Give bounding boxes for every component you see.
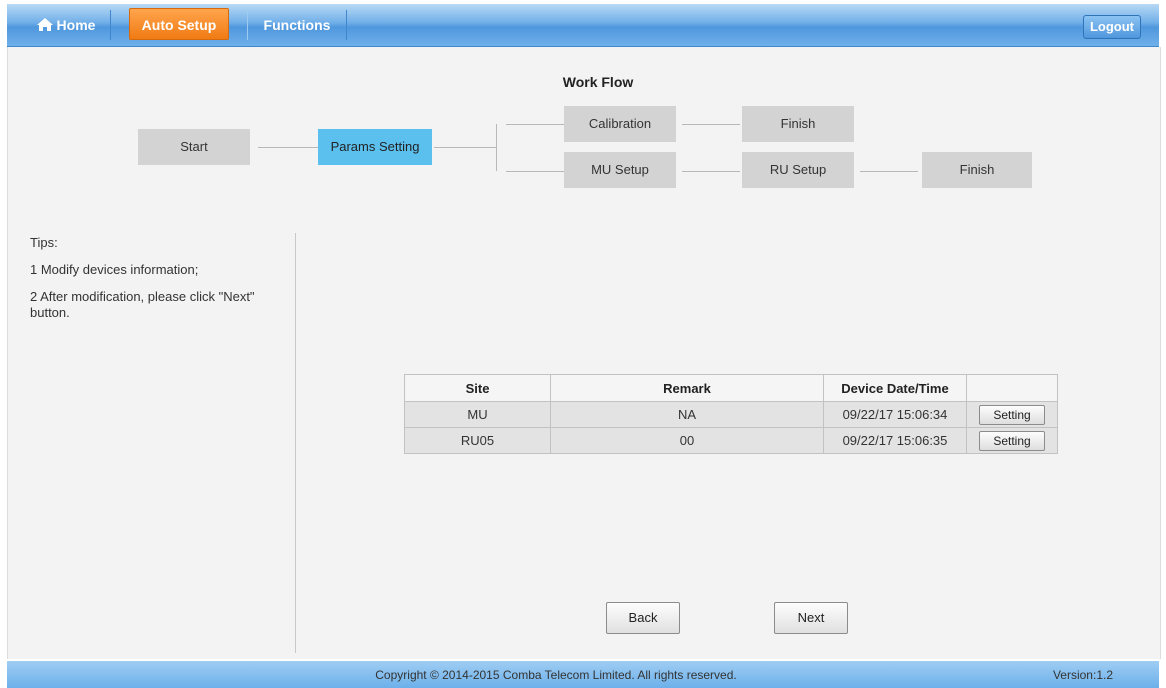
- workflow-title: Work Flow: [562, 74, 634, 90]
- tips-panel: Tips: 1 Modify devices information; 2 Af…: [30, 235, 290, 332]
- version-text: Version:1.2: [1052, 668, 1113, 682]
- nav-auto-setup-label: Auto Setup: [141, 17, 217, 33]
- workflow-connector: [506, 124, 564, 125]
- workflow-step-mu-setup: MU Setup: [564, 152, 676, 188]
- workflow-connector: [682, 171, 740, 172]
- workflow-connector: [496, 124, 497, 171]
- nav-functions-label: Functions: [263, 17, 331, 33]
- home-icon: [36, 12, 54, 42]
- cell-site: RU05: [404, 427, 551, 454]
- logout-button[interactable]: Logout: [1083, 15, 1141, 39]
- cell-remark: 00: [550, 427, 824, 454]
- nav-home-label: Home: [56, 17, 96, 33]
- vertical-divider: [295, 233, 296, 653]
- column-header-remark: Remark: [550, 374, 824, 402]
- table-header-row: Site Remark Device Date/Time: [404, 374, 1058, 402]
- tips-line-1: 1 Modify devices information;: [30, 262, 199, 277]
- devices-table: Site Remark Device Date/Time MU NA 09/22…: [404, 374, 1058, 454]
- workflow-step-params-setting: Params Setting: [318, 129, 432, 165]
- table-row: MU NA 09/22/17 15:06:34 Setting: [404, 401, 1058, 428]
- workflow-connector: [434, 147, 496, 148]
- footer-bar: Copyright © 2014-2015 Comba Telecom Limi…: [7, 661, 1159, 688]
- cell-remark: NA: [550, 401, 824, 428]
- cell-action: Setting: [966, 401, 1058, 428]
- tips-line-2: 2 After modification, please click "Next…: [30, 289, 255, 320]
- cell-action: Setting: [966, 427, 1058, 454]
- column-header-datetime: Device Date/Time: [823, 374, 967, 402]
- workflow-connector: [860, 171, 918, 172]
- workflow-step-finish-top: Finish: [742, 106, 854, 142]
- table-row: RU05 00 09/22/17 15:06:35 Setting: [404, 427, 1058, 454]
- workflow-connector: [682, 124, 740, 125]
- column-header-action: [966, 374, 1058, 402]
- setting-button-mu[interactable]: Setting: [979, 404, 1045, 425]
- workflow-connector: [258, 147, 318, 148]
- nav-auto-setup-tab[interactable]: Auto Setup: [129, 8, 229, 40]
- workflow-step-ru-setup: RU Setup: [742, 152, 854, 188]
- back-button[interactable]: Back: [606, 602, 680, 634]
- nav-functions-tab[interactable]: Functions: [247, 10, 347, 40]
- top-nav-bar: Home Auto Setup Functions Logout: [7, 4, 1159, 47]
- workflow-connector: [506, 171, 564, 172]
- next-button[interactable]: Next: [774, 602, 848, 634]
- cell-datetime: 09/22/17 15:06:34: [823, 401, 967, 428]
- nav-home-tab[interactable]: Home: [21, 10, 111, 40]
- tips-title: Tips:: [30, 235, 58, 250]
- workflow-step-finish-bottom: Finish: [922, 152, 1032, 188]
- setting-button-ru05[interactable]: Setting: [979, 430, 1045, 451]
- workflow-step-start: Start: [138, 129, 250, 165]
- main-panel: Work Flow Start Params Setting Calibrati…: [7, 47, 1161, 659]
- copyright-text: Copyright © 2014-2015 Comba Telecom Limi…: [375, 668, 737, 682]
- column-header-site: Site: [404, 374, 551, 402]
- cell-site: MU: [404, 401, 551, 428]
- workflow-step-calibration: Calibration: [564, 106, 676, 142]
- cell-datetime: 09/22/17 15:06:35: [823, 427, 967, 454]
